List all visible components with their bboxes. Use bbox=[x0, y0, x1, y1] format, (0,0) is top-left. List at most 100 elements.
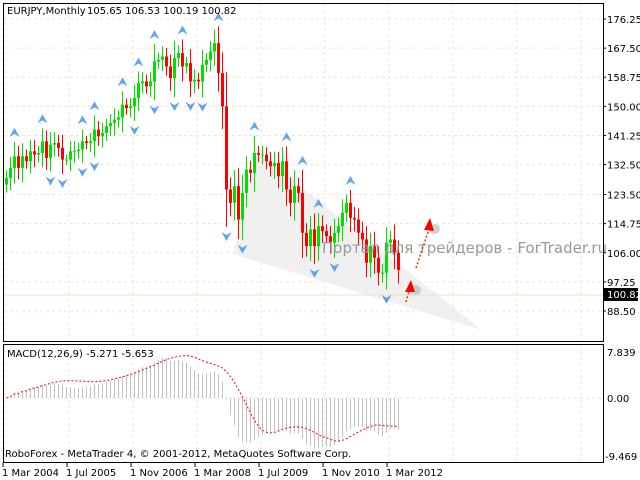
candle-body bbox=[177, 53, 180, 59]
candle-body bbox=[261, 154, 264, 156]
chart-canvas: Портал для трейдеров - ForTrader.ru 176.… bbox=[2, 3, 640, 479]
candle-body bbox=[349, 202, 352, 218]
candle-body bbox=[149, 81, 152, 87]
candle-body bbox=[309, 229, 312, 247]
price-tick-label: 106.00 bbox=[607, 249, 640, 260]
date-label: 1 Nov 2010 bbox=[322, 468, 380, 479]
candle-body bbox=[57, 142, 60, 148]
candle-body bbox=[29, 151, 32, 162]
candle-body bbox=[37, 152, 40, 155]
price-tick-label: 132.50 bbox=[607, 161, 640, 172]
candle-body bbox=[317, 226, 320, 247]
candle-body bbox=[273, 162, 276, 167]
candle-body bbox=[5, 177, 8, 185]
date-label: 1 Jul 2009 bbox=[258, 468, 308, 479]
candle-body bbox=[21, 156, 24, 168]
fractal-down-icon bbox=[57, 178, 68, 188]
candle-body bbox=[109, 122, 112, 127]
candle-body bbox=[377, 257, 380, 273]
candle-body bbox=[157, 59, 160, 62]
macd-axis-zero: 0.00 bbox=[607, 394, 629, 405]
candle-body bbox=[237, 186, 240, 220]
price-tick-label: 167.50 bbox=[607, 44, 640, 55]
candle-body bbox=[233, 186, 236, 203]
candle-body bbox=[297, 186, 300, 193]
fractal-up-icon bbox=[177, 25, 188, 35]
fractal-up-icon bbox=[149, 30, 160, 40]
fractal-up-icon bbox=[281, 132, 292, 142]
candle-body bbox=[357, 219, 360, 233]
candle-body bbox=[153, 61, 156, 82]
candle-body bbox=[161, 56, 164, 60]
candle-body bbox=[205, 59, 208, 65]
macd-axis-top: 7.839 bbox=[607, 348, 636, 359]
watermark: Портал для трейдеров - ForTrader.ru bbox=[322, 239, 607, 257]
chart-header: EURJPY,Monthly bbox=[7, 6, 86, 17]
macd-indicator bbox=[6, 355, 399, 449]
candle-body bbox=[145, 81, 148, 87]
candle-body bbox=[225, 106, 228, 190]
candle-body bbox=[185, 63, 188, 67]
price-tick-label: 88.50 bbox=[607, 307, 636, 318]
candle-body bbox=[89, 141, 92, 143]
price-axis: 176.25 167.50 158.75 150.00 141.25 132.50 123.… bbox=[603, 15, 640, 318]
candle-body bbox=[269, 161, 272, 167]
candle-body bbox=[33, 151, 36, 155]
candle-body bbox=[345, 202, 348, 213]
date-label: 1 Jul 2005 bbox=[66, 468, 116, 479]
candle-body bbox=[65, 159, 68, 161]
date-label: 1 Mar 2004 bbox=[2, 468, 59, 479]
candle-body bbox=[137, 83, 140, 99]
candle-body bbox=[73, 151, 76, 153]
candle-body bbox=[121, 104, 124, 118]
price-tick-label: 97.25 bbox=[607, 278, 636, 289]
candle-body bbox=[353, 217, 356, 220]
candle-body bbox=[213, 43, 216, 52]
candle-body bbox=[189, 63, 192, 82]
price-tick-label: 141.25 bbox=[607, 131, 640, 142]
candle-body bbox=[253, 152, 256, 173]
candle-body bbox=[113, 119, 116, 123]
candle-body bbox=[101, 132, 104, 137]
price-tick-label: 158.75 bbox=[607, 73, 640, 84]
date-label: 1 Nov 2006 bbox=[130, 468, 188, 479]
footer-copyright: RoboForex - MetaTrader 4, © 2001-2012, M… bbox=[5, 449, 351, 460]
macd-panel-border bbox=[3, 344, 604, 463]
candle-body bbox=[241, 192, 244, 220]
candle-body bbox=[169, 66, 172, 79]
candle-body bbox=[265, 154, 268, 162]
candle-body bbox=[13, 156, 16, 168]
fractal-down-icon bbox=[45, 176, 56, 186]
fractal-up-icon bbox=[297, 155, 308, 165]
candle-body bbox=[41, 141, 44, 153]
candle-body bbox=[85, 141, 88, 143]
candle-body bbox=[117, 117, 120, 120]
candle-body bbox=[217, 43, 220, 74]
candle-body bbox=[81, 141, 84, 150]
fractal-up-icon bbox=[89, 101, 100, 111]
candle-body bbox=[173, 58, 176, 79]
candle-body bbox=[69, 151, 72, 160]
candle-body bbox=[285, 161, 288, 190]
fractal-down-icon bbox=[129, 125, 140, 135]
candle-body bbox=[97, 129, 100, 137]
fractal-up-icon bbox=[37, 114, 48, 124]
candle-body bbox=[165, 56, 168, 67]
fractal-up-icon bbox=[77, 115, 88, 125]
candle-body bbox=[181, 53, 184, 67]
candle-body bbox=[209, 51, 212, 60]
fractal-down-icon bbox=[77, 167, 88, 177]
candle-body bbox=[305, 232, 308, 247]
candle-body bbox=[313, 229, 316, 247]
candle-body bbox=[301, 192, 304, 233]
candle-body bbox=[17, 156, 20, 168]
candle-body bbox=[337, 226, 340, 233]
candle-body bbox=[129, 106, 132, 109]
candle-body bbox=[257, 152, 260, 155]
candle-body bbox=[53, 142, 56, 145]
fractal-up-icon bbox=[133, 57, 144, 67]
candle-body bbox=[229, 189, 232, 203]
price-tick-label: 150.00 bbox=[607, 102, 640, 113]
price-tick-label: 114.75 bbox=[607, 220, 640, 231]
candle-body bbox=[141, 81, 144, 84]
